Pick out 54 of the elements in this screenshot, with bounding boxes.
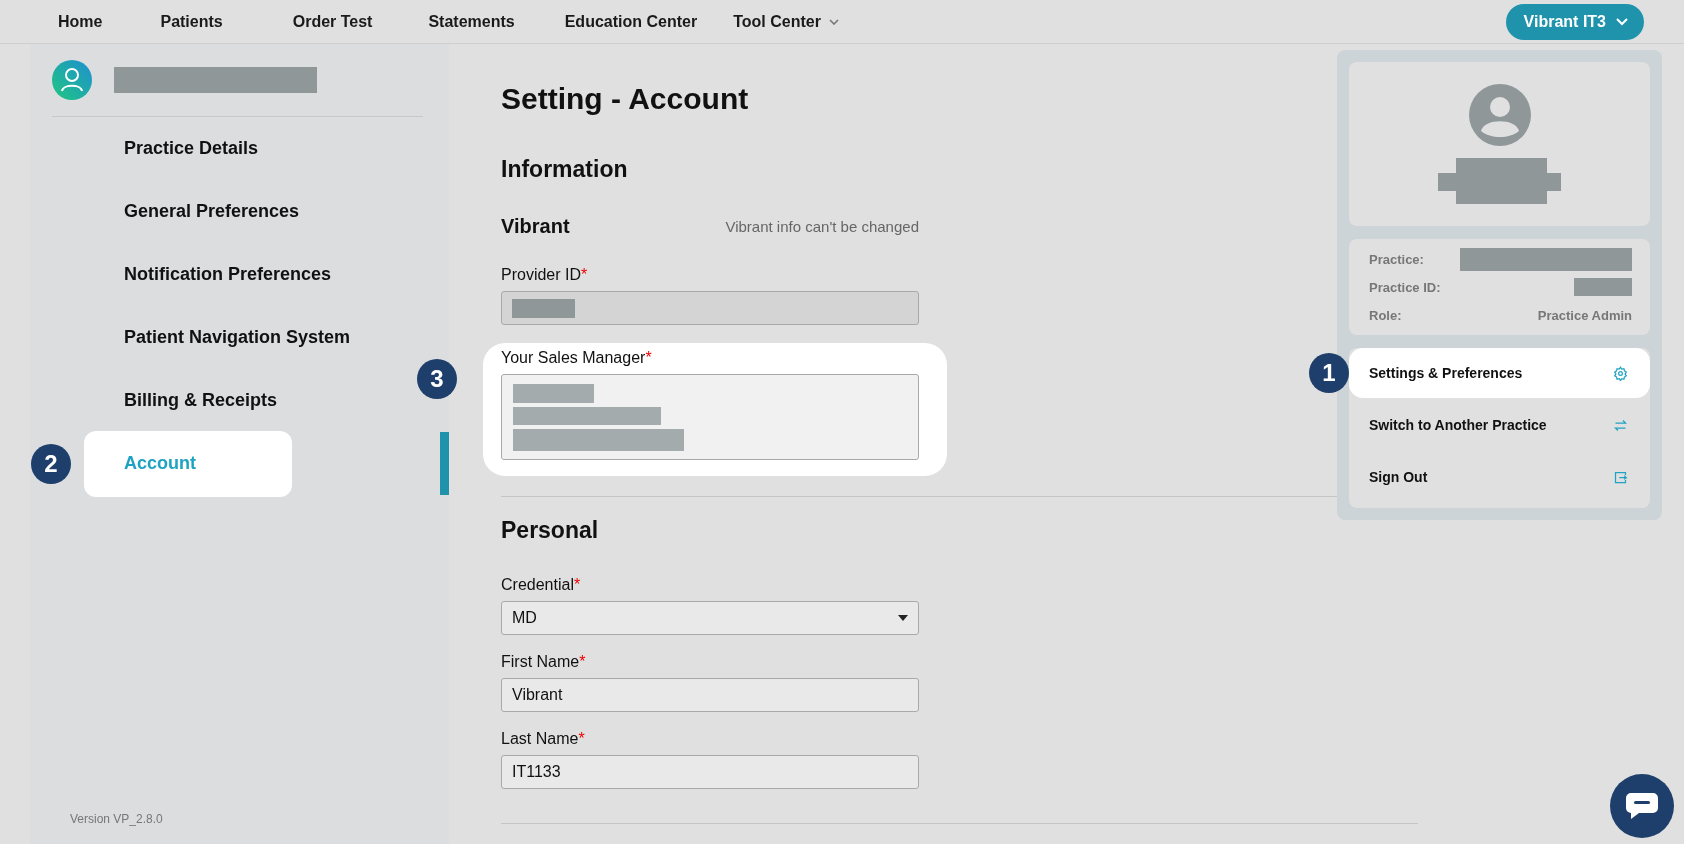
nav-link[interactable]: Statements: [428, 12, 515, 31]
caret-icon: [898, 615, 908, 621]
chevron-down-icon: [1616, 17, 1628, 26]
required-asterisk: *: [645, 349, 652, 366]
step-marker: 1: [1309, 353, 1349, 393]
avatar-icon: [52, 60, 92, 100]
sidebar-item[interactable]: Patient Navigation System: [124, 327, 351, 348]
required-asterisk: *: [581, 266, 588, 283]
info-label: Practice:: [1369, 251, 1424, 267]
input-field[interactable]: [501, 291, 919, 325]
subsection-heading: Vibrant: [501, 215, 570, 238]
section-heading: Information: [501, 156, 629, 183]
user-menu-button[interactable]: Vibrant IT3: [1505, 3, 1644, 40]
nav-link[interactable]: Patients: [160, 12, 223, 31]
input-field[interactable]: IT1133: [501, 755, 919, 789]
field-label: Provider ID*: [501, 266, 589, 284]
text-area[interactable]: [501, 374, 919, 460]
required-asterisk: *: [578, 730, 585, 747]
step-marker: 2: [31, 444, 71, 484]
sidebar-item[interactable]: Billing & Receipts: [124, 390, 278, 411]
info-label: Role:: [1369, 307, 1402, 323]
redaction-block: [1574, 278, 1632, 296]
field-label: Your Sales Manager*: [501, 349, 653, 367]
required-asterisk: *: [579, 653, 586, 670]
selection-bar: [440, 432, 449, 495]
chevron-down-icon: [828, 18, 839, 25]
field-label: First Name*: [501, 653, 587, 671]
sidebar-item[interactable]: Notification Preferences: [124, 264, 332, 285]
user-silhouette-icon: [1468, 84, 1531, 146]
section-heading: Personal: [501, 517, 600, 544]
info-note: Vibrant info can't be changed: [725, 218, 919, 235]
info-value: Practice Admin: [1537, 307, 1632, 323]
menu-item[interactable]: Settings & Preferences: [1349, 348, 1650, 398]
sign-out-icon: [1613, 469, 1628, 485]
required-asterisk: *: [573, 576, 581, 593]
nav-link[interactable]: Tool Center: [733, 12, 839, 31]
page-title: Setting - Account: [501, 82, 749, 116]
field-label: Last Name*: [501, 730, 586, 748]
settings-icon: [1613, 365, 1628, 381]
chat-bubble-icon: [1625, 791, 1659, 821]
menu-item[interactable]: Sign Out: [1349, 452, 1650, 502]
swap-arrows-icon: [1613, 417, 1628, 433]
nav-link[interactable]: Education Center: [564, 12, 698, 31]
field-label: Credential*: [501, 576, 582, 594]
menu-item[interactable]: Switch to Another Practice: [1349, 400, 1650, 450]
nav-link[interactable]: Home: [58, 12, 103, 31]
sidebar-item[interactable]: Practice Details: [124, 138, 259, 159]
redaction-block: [512, 298, 575, 318]
select-field[interactable]: MD: [501, 601, 919, 635]
version-text: Version VP_2.8.0: [70, 812, 164, 826]
info-label: Practice ID:: [1369, 279, 1441, 295]
sidebar-item[interactable]: General Preferences: [124, 201, 300, 222]
input-field[interactable]: Vibrant: [501, 678, 919, 712]
nav-link[interactable]: Order Test: [292, 12, 373, 31]
